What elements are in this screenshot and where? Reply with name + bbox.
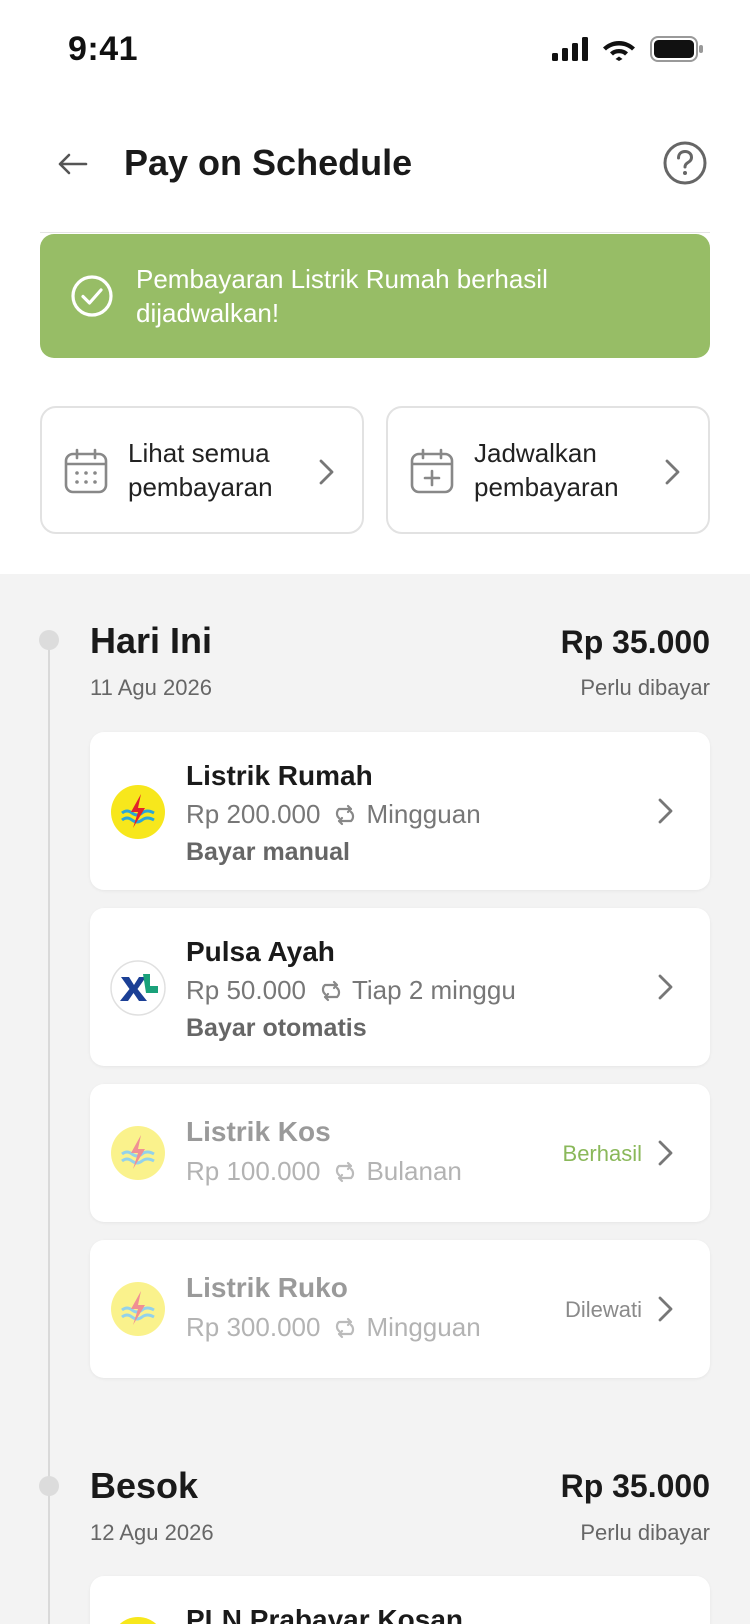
bill-meta: Rp 50.000 Tiap 2 minggu (186, 975, 516, 1006)
repeat-icon (336, 1317, 355, 1338)
xl-logo-icon (110, 960, 166, 1016)
status-icons (552, 36, 704, 62)
divider (40, 232, 710, 233)
repeat-icon (336, 1161, 355, 1182)
check-circle-icon (71, 275, 113, 317)
pln-logo-icon (111, 1282, 165, 1336)
section-title-tomorrow: Besok (90, 1465, 199, 1506)
status-time: 9:41 (68, 30, 139, 68)
pln-logo-icon (111, 1126, 165, 1180)
bill-amount: Rp 100.000 (186, 1156, 321, 1186)
battery-icon (650, 36, 703, 62)
signal-icon (552, 37, 588, 61)
chevron-right-icon (665, 459, 680, 485)
chevron-right-icon (658, 1296, 673, 1322)
question-icon (663, 141, 707, 185)
bill-meta: Rp 200.000 Mingguan (186, 799, 481, 830)
help-button[interactable] (662, 140, 708, 186)
timeline-dot (39, 630, 59, 650)
section-date-today: 11 Agu 2026 (90, 675, 212, 700)
bill-frequency: Bulanan (366, 1156, 462, 1186)
wifi-icon (603, 41, 635, 61)
pln-logo-icon (111, 785, 165, 839)
bill-frequency: Mingguan (366, 799, 481, 829)
section-title-today: Hari Ini (90, 620, 213, 661)
bill-amount: Rp 300.000 (186, 1312, 321, 1342)
section-status-today: Perlu dibayar (580, 675, 710, 700)
toast-message: Pembayaran Listrik Rumah berhasil dijadw… (136, 264, 548, 328)
chevron-right-icon (658, 1140, 673, 1166)
status-bar: 9:41 (0, 0, 750, 100)
chevron-right-icon (658, 798, 673, 824)
chevron-right-icon (658, 974, 673, 1000)
bill-name: Pulsa Ayah (186, 936, 335, 967)
bill-name: Listrik Kos (186, 1116, 331, 1147)
schedule-payment-label: Jadwalkan pembayaran (474, 438, 619, 502)
bill-frequency: Mingguan (366, 1312, 481, 1342)
repeat-icon (336, 804, 355, 825)
bill-card-pln-prabayar-kosan[interactable]: PLN Prabayar Kosan (90, 1576, 710, 1624)
calendar-icon (64, 448, 108, 494)
bill-card-pulsa-ayah[interactable]: Pulsa Ayah Rp 50.000 Tiap 2 minggu Bayar… (90, 908, 710, 1066)
bill-name: Listrik Rumah (186, 760, 373, 791)
success-toast: Pembayaran Listrik Rumah berhasil dijadw… (40, 234, 710, 358)
section-amount-tomorrow: Rp 35.000 (560, 1468, 710, 1504)
bill-name: Listrik Ruko (186, 1272, 348, 1303)
bill-frequency: Tiap 2 minggu (351, 975, 516, 1005)
action-row: Lihat semua pembayaran Jadwalkan pembaya… (40, 406, 710, 534)
schedule-payment-button[interactable]: Jadwalkan pembayaran (386, 406, 710, 534)
status-badge-skipped: Dilewati (564, 1297, 642, 1322)
back-button[interactable] (50, 142, 94, 186)
calendar-add-icon (410, 448, 454, 494)
bill-card-listrik-ruko[interactable]: Listrik Ruko Rp 300.000 Mingguan Dilewat… (90, 1240, 710, 1378)
view-all-payments-button[interactable]: Lihat semua pembayaran (40, 406, 364, 534)
bill-meta: Rp 300.000 Mingguan (186, 1312, 481, 1343)
chevron-right-icon (319, 459, 334, 485)
arrow-left-icon (58, 153, 88, 175)
view-all-payments-label: Lihat semua pembayaran (128, 438, 273, 502)
bill-method: Bayar otomatis (186, 1014, 367, 1042)
section-status-tomorrow: Perlu dibayar (580, 1520, 710, 1545)
bill-card-listrik-rumah[interactable]: Listrik Rumah Rp 200.000 Mingguan Bayar … (90, 732, 710, 890)
bill-method: Bayar manual (186, 838, 350, 866)
timeline-dot (39, 1476, 59, 1496)
pln-logo-icon (119, 1617, 157, 1624)
bill-meta: Rp 100.000 Bulanan (186, 1156, 462, 1187)
status-badge-success: Berhasil (562, 1141, 642, 1166)
section-amount-today: Rp 35.000 (560, 624, 710, 660)
header: Pay on Schedule (0, 120, 750, 230)
page-title: Pay on Schedule (124, 142, 413, 183)
repeat-icon (321, 980, 341, 1001)
bill-name: PLN Prabayar Kosan (186, 1604, 463, 1624)
bill-amount: Rp 200.000 (186, 799, 321, 829)
bill-amount: Rp 50.000 (186, 975, 306, 1005)
bill-card-listrik-kos[interactable]: Listrik Kos Rp 100.000 Bulanan Berhasil (90, 1084, 710, 1222)
section-date-tomorrow: 12 Agu 2026 (90, 1520, 214, 1545)
